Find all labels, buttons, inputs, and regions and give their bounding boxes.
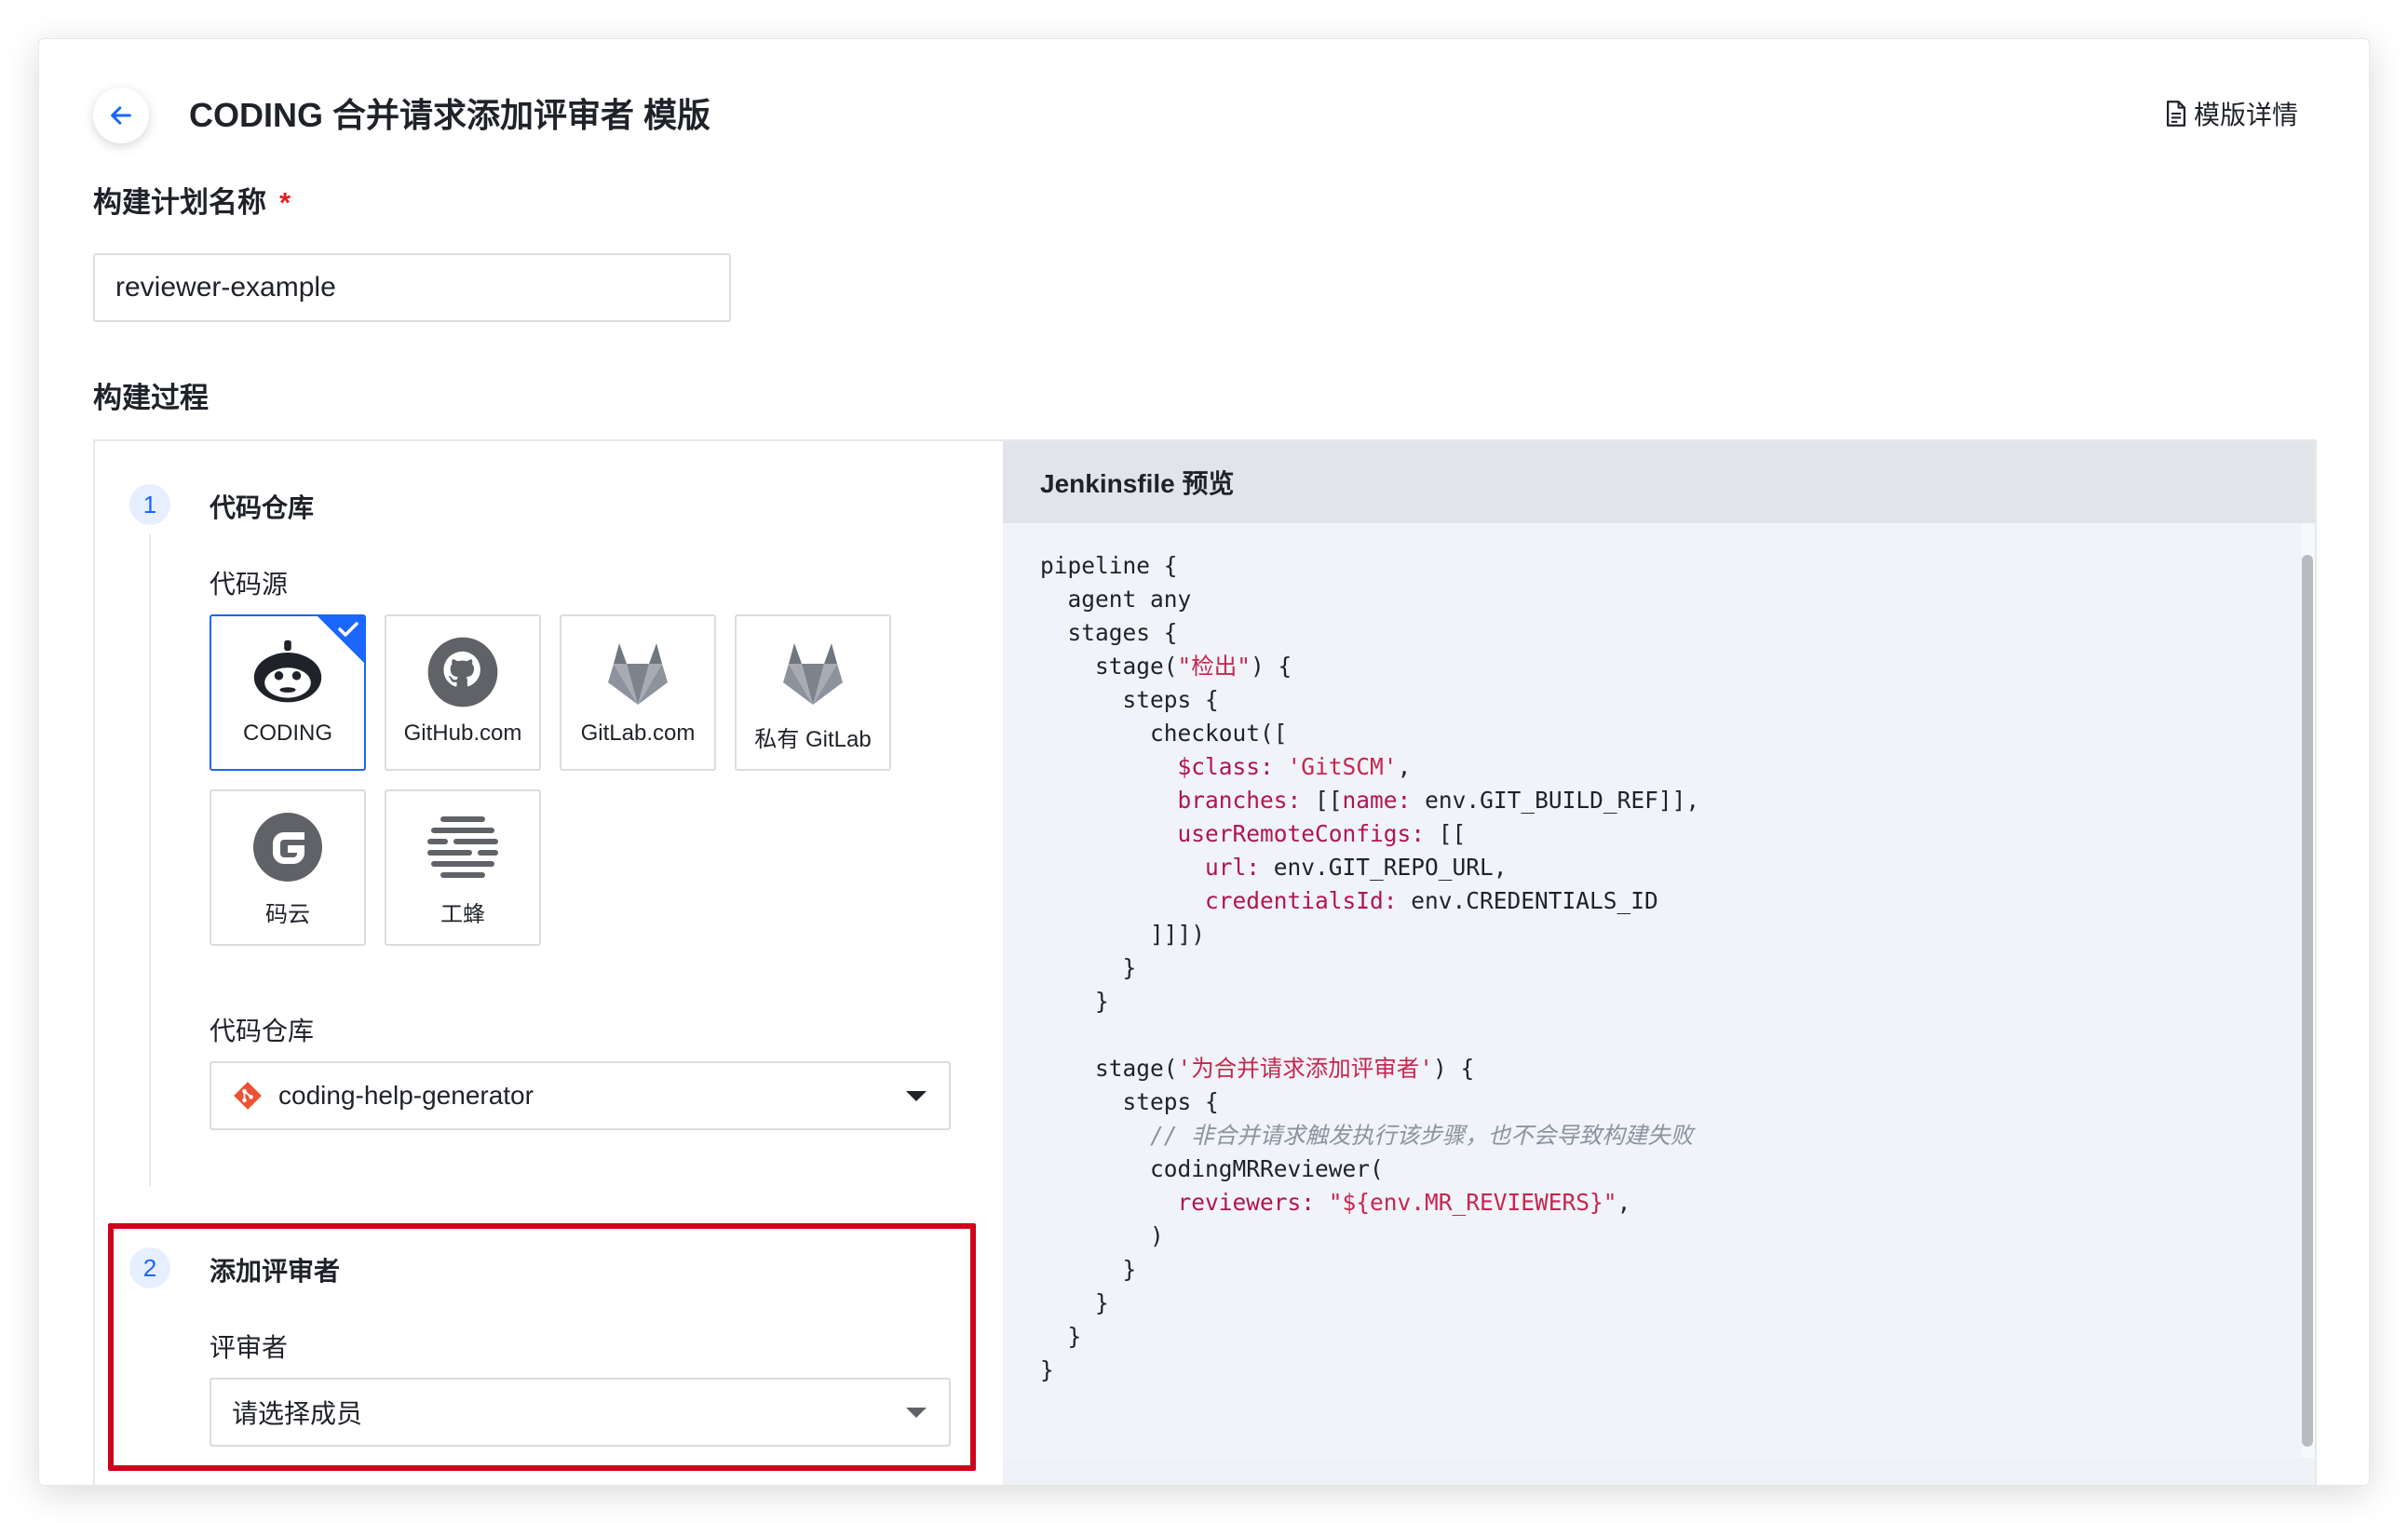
back-button[interactable]	[93, 88, 149, 143]
code-scrollbar-thumb[interactable]	[2302, 555, 2313, 1447]
source-label: GitHub.com	[403, 721, 522, 746]
code-repo-label: 代码仓库	[210, 1017, 315, 1045]
gitee-icon	[253, 813, 322, 882]
page-title: CODING 合并请求添加评审者 模版	[189, 96, 711, 134]
reviewer-select[interactable]: 请选择成员	[210, 1378, 951, 1447]
gitlab-icon	[608, 643, 668, 705]
coding-monkey-icon	[253, 640, 322, 703]
step-1-number: 1	[129, 484, 170, 525]
arrow-left-icon	[111, 106, 131, 125]
selected-check-icon	[318, 616, 364, 663]
preview-title: Jenkinsfile 预览	[1003, 441, 2315, 523]
template-detail-link[interactable]: 模版详情	[2164, 95, 2298, 132]
jenkinsfile-preview-pane: Jenkinsfile 预览 pipeline { agent any stag…	[1003, 441, 2315, 1485]
code-repo-value: coding-help-generator	[278, 1081, 534, 1110]
code-viewer[interactable]: pipeline { agent any stages { stage("检出"…	[1003, 523, 2302, 1458]
gongfeng-icon	[427, 816, 498, 878]
jenkinsfile-code: pipeline { agent any stages { stage("检出"…	[1040, 552, 1700, 1383]
build-process-panel: 1 代码仓库 代码源 CODING GitHub.com GitLab.com …	[93, 439, 2317, 1485]
code-source-label: 代码源	[210, 570, 289, 599]
source-label: CODING	[243, 721, 332, 746]
chevron-down-icon	[906, 1091, 927, 1101]
gitlab-icon	[783, 643, 843, 705]
source-tile-coding[interactable]: CODING	[210, 614, 366, 771]
reviewer-placeholder: 请选择成员	[232, 1399, 363, 1428]
step-2-title: 添加评审者	[210, 1257, 341, 1286]
steps-pane: 1 代码仓库 代码源 CODING GitHub.com GitLab.com …	[95, 441, 1003, 1485]
chevron-down-icon	[906, 1408, 927, 1418]
source-label: GitLab.com	[580, 721, 696, 746]
source-tile-gongfeng[interactable]: 工蜂	[385, 789, 541, 946]
template-detail-label: 模版详情	[2193, 101, 2298, 129]
code-repo-select[interactable]: coding-help-generator	[210, 1061, 951, 1130]
template-window: CODING 合并请求添加评审者 模版 模版详情 构建计划名称* 构建过程 1 …	[38, 38, 2370, 1486]
step-2-number: 2	[129, 1247, 170, 1288]
build-process-label: 构建过程	[93, 382, 209, 414]
github-icon	[427, 637, 498, 708]
source-tile-gitee[interactable]: 码云	[210, 789, 366, 946]
source-label: 码云	[265, 902, 310, 927]
plan-name-input[interactable]	[93, 253, 731, 322]
source-tile-gitlab[interactable]: GitLab.com	[560, 614, 716, 771]
document-icon	[2166, 101, 2186, 127]
source-tile-private-gitlab[interactable]: 私有 GitLab	[735, 614, 891, 771]
git-icon	[234, 1082, 262, 1110]
reviewer-label: 评审者	[210, 1333, 289, 1362]
required-mark: *	[279, 186, 291, 219]
source-tile-github[interactable]: GitHub.com	[385, 614, 541, 771]
plan-name-label: 构建计划名称 *	[93, 186, 291, 219]
step-1-title: 代码仓库	[210, 493, 315, 522]
source-label: 工蜂	[440, 902, 485, 927]
step-connector-line	[149, 534, 151, 1186]
source-label: 私有 GitLab	[754, 727, 872, 752]
